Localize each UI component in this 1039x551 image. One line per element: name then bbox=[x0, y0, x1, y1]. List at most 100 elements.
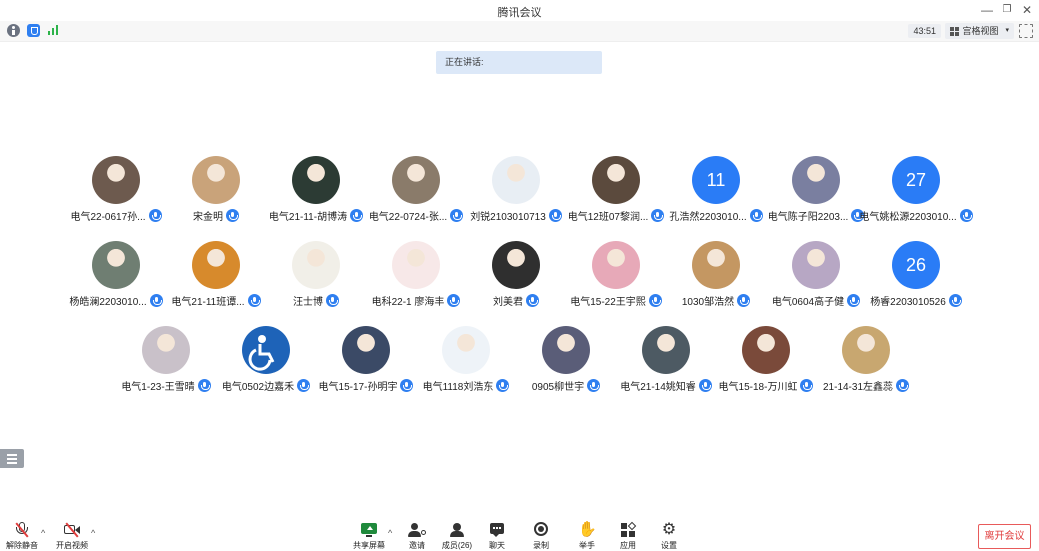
settings-button[interactable]: ⚙ 设置 bbox=[649, 515, 689, 551]
restore-icon[interactable]: ❐ bbox=[997, 2, 1017, 18]
settings-label: 设置 bbox=[661, 541, 677, 550]
hand-icon: ✋ bbox=[578, 521, 597, 538]
avatar: 27 bbox=[892, 156, 940, 204]
participant-name: 电气0604高子健 bbox=[771, 297, 845, 308]
participant-name-row: 21-14-31左鑫蕊 bbox=[796, 378, 936, 393]
avatar: 11 bbox=[692, 156, 740, 204]
start-video-button[interactable]: 开启视频 bbox=[52, 515, 92, 551]
add-person-icon bbox=[408, 522, 426, 538]
participant-tile[interactable]: 电气15-18-万川虹 bbox=[716, 326, 816, 406]
participant-name: 电气22-0724-张... bbox=[368, 212, 448, 223]
participant-name: 电气0502边嘉禾 bbox=[221, 382, 295, 393]
participant-name: 杨皓澜2203010... bbox=[69, 297, 147, 308]
avatar bbox=[242, 326, 290, 374]
share-options-caret[interactable]: ^ bbox=[388, 528, 392, 538]
participant-tile[interactable]: 电气0502边嘉禾 bbox=[216, 326, 316, 406]
participant-tile[interactable]: 电气15-22王宇熙 bbox=[566, 241, 666, 321]
participant-tile[interactable]: 电气0604高子健 bbox=[766, 241, 866, 321]
participant-name: 杨睿2203010526 bbox=[870, 297, 946, 308]
participant-tile[interactable]: 电气21-11班谭... bbox=[166, 241, 266, 321]
avatar bbox=[592, 156, 640, 204]
avatar bbox=[292, 241, 340, 289]
grid-icon bbox=[950, 26, 960, 36]
participant-name: 电气22-0617孙... bbox=[70, 212, 146, 223]
participant-name: 电气21-11-胡博涛 bbox=[268, 212, 348, 223]
avatar bbox=[592, 241, 640, 289]
mic-icon bbox=[226, 209, 239, 222]
participant-name: 电气15-18-万川虹 bbox=[718, 382, 798, 393]
participant-tile[interactable]: 宋金明 bbox=[166, 156, 266, 236]
participant-tile[interactable]: 刘锐2103010713 bbox=[466, 156, 566, 236]
close-icon[interactable]: ✕ bbox=[1017, 2, 1037, 18]
window-title: 腾讯会议 bbox=[497, 7, 542, 19]
participant-name: 电气21-14姚知睿 bbox=[620, 382, 696, 393]
participant-name: 宋金明 bbox=[193, 212, 223, 223]
chevron-down-icon: ▾ bbox=[1005, 27, 1009, 34]
participant-name: 电气1118刘浩东 bbox=[422, 382, 494, 393]
mic-icon bbox=[326, 294, 339, 307]
participant-name: 电气15-17-孙明宇 bbox=[318, 382, 398, 393]
participant-tile[interactable]: 0905柳世宇 bbox=[516, 326, 616, 406]
mic-muted-icon bbox=[13, 522, 31, 538]
participant-tile[interactable]: 电气陈子阳2203... bbox=[766, 156, 866, 236]
participant-tile[interactable]: 电气1118刘浩东 bbox=[416, 326, 516, 406]
avatar bbox=[542, 326, 590, 374]
participant-tile[interactable]: 21-14-31左鑫蕊 bbox=[816, 326, 916, 406]
participant-tile[interactable]: 汪士博 bbox=[266, 241, 366, 321]
avatar bbox=[792, 156, 840, 204]
share-screen-icon bbox=[360, 522, 378, 538]
participant-tile[interactable]: 电气12班07黎润... bbox=[566, 156, 666, 236]
minimize-icon[interactable]: — bbox=[977, 2, 997, 18]
info-icon[interactable] bbox=[7, 24, 20, 37]
participant-tile[interactable]: 电气21-11-胡博涛 bbox=[266, 156, 366, 236]
view-mode-label: 宫格视图 bbox=[962, 26, 999, 36]
camera-off-icon bbox=[63, 522, 81, 538]
participant-name: 刘美君 bbox=[493, 297, 523, 308]
fullscreen-icon[interactable] bbox=[1019, 24, 1033, 38]
shield-icon[interactable] bbox=[27, 24, 40, 37]
avatar bbox=[92, 156, 140, 204]
participant-tile[interactable]: 27 电气姚松源2203010... bbox=[859, 156, 973, 236]
participant-name: 电气21-11班谭... bbox=[171, 297, 245, 308]
participant-name: 孔浩然2203010... bbox=[669, 212, 747, 223]
participant-tile[interactable]: 26 杨睿2203010526 bbox=[866, 241, 966, 321]
avatar bbox=[192, 156, 240, 204]
participant-tile[interactable]: 电科22-1 廖海丰 bbox=[366, 241, 466, 321]
signal-icon[interactable] bbox=[47, 24, 60, 37]
apps-icon bbox=[619, 521, 637, 538]
participant-tile[interactable]: 电气22-0724-张... bbox=[366, 156, 466, 236]
avatar bbox=[842, 326, 890, 374]
view-mode-button[interactable]: 宫格视图 ▾ bbox=[945, 23, 1014, 39]
participant-name: 电气1-23-王雪晴 bbox=[121, 382, 195, 393]
unmute-button[interactable]: 解除静音 bbox=[2, 515, 42, 551]
avatar bbox=[392, 241, 440, 289]
participant-tile[interactable]: 电气15-17-孙明宇 bbox=[316, 326, 416, 406]
participant-name-row: 杨睿2203010526 bbox=[846, 293, 986, 308]
participant-tile[interactable]: 电气1-23-王雪晴 bbox=[116, 326, 216, 406]
avatar bbox=[342, 326, 390, 374]
avatar bbox=[792, 241, 840, 289]
mic-icon bbox=[526, 294, 539, 307]
participant-tile[interactable]: 杨皓澜2203010... bbox=[66, 241, 166, 321]
avatar bbox=[442, 326, 490, 374]
share-screen-button[interactable]: 共享屏幕 bbox=[349, 515, 389, 551]
record-button[interactable]: 录制 bbox=[521, 515, 561, 551]
participant-tile[interactable]: 1030邹浩然 bbox=[666, 241, 766, 321]
leave-meeting-button[interactable]: 离开会议 bbox=[978, 524, 1031, 549]
title-bar: 腾讯会议 — ❐ ✕ bbox=[0, 0, 1039, 20]
participant-tile[interactable]: 11 孔浩然2203010... bbox=[666, 156, 766, 236]
accessibility-icon bbox=[248, 335, 275, 371]
avatar bbox=[292, 156, 340, 204]
video-options-caret[interactable]: ^ bbox=[91, 528, 95, 538]
mic-icon bbox=[948, 294, 962, 307]
participant-tile[interactable]: 电气21-14姚知睿 bbox=[616, 326, 716, 406]
participant-tile[interactable]: 刘美君 bbox=[466, 241, 566, 321]
meeting-timer: 43:51 bbox=[908, 24, 941, 38]
participant-name: 汪士博 bbox=[293, 297, 323, 308]
speaking-indicator: 正在讲话: bbox=[436, 51, 602, 74]
participant-list-toggle[interactable] bbox=[0, 449, 24, 468]
meeting-info-bar: 43:51 宫格视图 ▾ bbox=[0, 21, 1039, 42]
participant-name: 刘锐2103010713 bbox=[470, 212, 546, 223]
participant-tile[interactable]: 电气22-0617孙... bbox=[66, 156, 166, 236]
audio-options-caret[interactable]: ^ bbox=[41, 528, 45, 538]
